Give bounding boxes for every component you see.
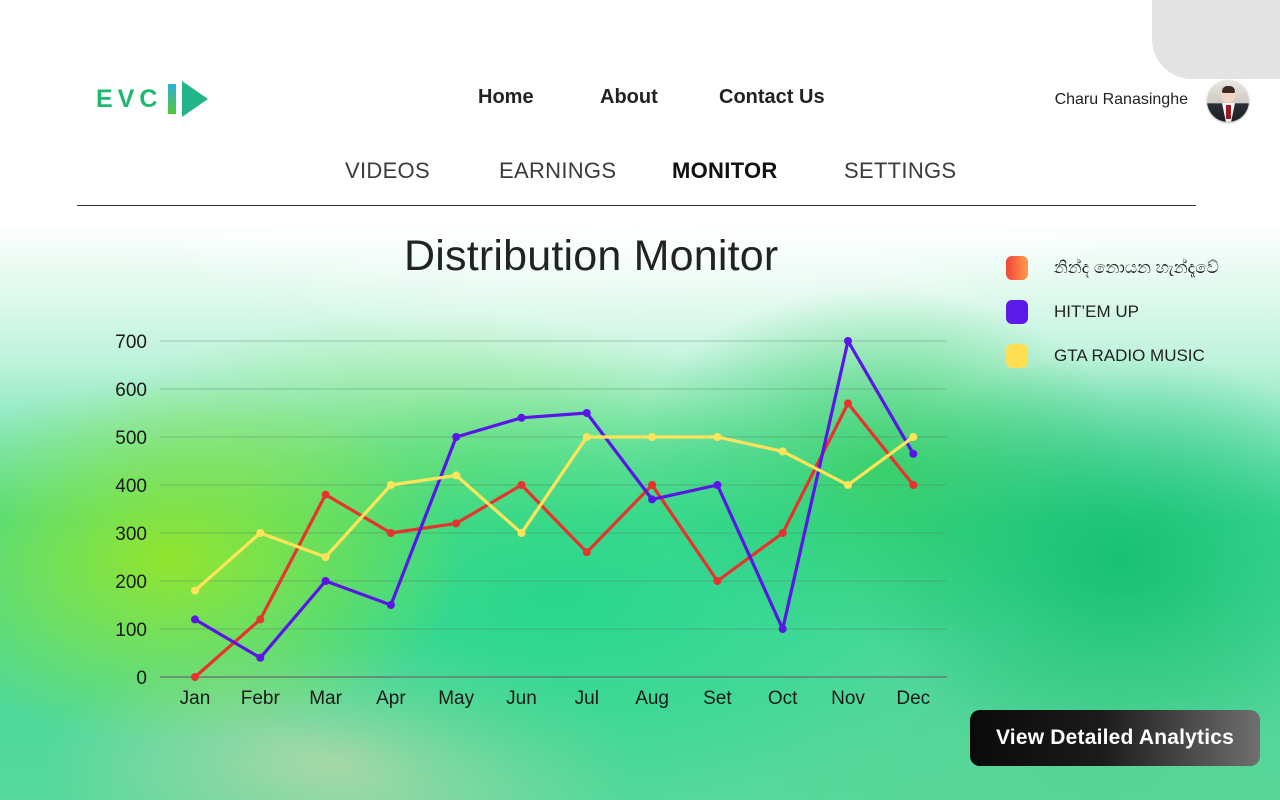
x-tick-label: Febr xyxy=(241,688,281,709)
brand-logo[interactable]: EVC xyxy=(96,80,209,118)
data-point xyxy=(517,529,526,537)
tab-earnings[interactable]: EARNINGS xyxy=(499,158,616,184)
data-point xyxy=(778,529,787,537)
x-tick-label: Apr xyxy=(376,688,406,709)
logo-text: EVC xyxy=(96,84,163,113)
legend-label: GTA RADIO MUSIC xyxy=(1054,346,1205,365)
legend-swatch xyxy=(1006,344,1028,368)
x-tick-label: Jun xyxy=(506,688,537,709)
legend-swatch xyxy=(1006,256,1028,280)
view-detailed-analytics-button[interactable]: View Detailed Analytics xyxy=(970,710,1260,766)
legend-item[interactable]: GTA RADIO MUSIC xyxy=(1006,334,1219,378)
data-point xyxy=(452,519,461,528)
data-point xyxy=(778,447,787,456)
x-tick-label: Jul xyxy=(575,688,599,709)
legend-item[interactable]: නින්ද නොයන හැන්දෑවේ xyxy=(1006,246,1219,290)
series-line xyxy=(193,401,915,679)
legend-label: නින්ද නොයන හැන්දෑවේ xyxy=(1054,258,1219,277)
tab-settings[interactable]: SETTINGS xyxy=(844,158,956,184)
data-point xyxy=(713,433,722,441)
data-point xyxy=(321,553,330,561)
nav-about[interactable]: About xyxy=(600,86,658,109)
data-point xyxy=(386,529,395,537)
legend-item[interactable]: HIT’EM UP xyxy=(1006,290,1219,334)
data-point xyxy=(256,529,265,537)
line-chart: 0 100 200 300 400 500 600 700 Jan Febr Mar Apr May Ju… xyxy=(90,320,960,724)
logo-bar-icon xyxy=(168,84,177,114)
avatar-hair xyxy=(1222,86,1235,93)
avatar[interactable] xyxy=(1207,80,1249,122)
chart-svg: 0 100 200 300 400 500 600 700 Jan Febr Mar Apr May Ju… xyxy=(115,332,947,709)
data-point xyxy=(256,615,265,624)
data-point xyxy=(909,449,918,458)
data-point xyxy=(191,586,199,595)
legend-label: HIT’EM UP xyxy=(1054,302,1139,321)
legend-swatch xyxy=(1006,300,1028,324)
data-point xyxy=(321,490,330,499)
logo-play-icon xyxy=(182,81,209,117)
data-point xyxy=(191,673,199,681)
data-point xyxy=(256,653,265,662)
y-tick-label: 100 xyxy=(115,620,147,641)
y-tick-label: 600 xyxy=(115,380,147,401)
x-tick-label: Set xyxy=(703,688,732,709)
data-point xyxy=(452,433,461,441)
corner-decoration xyxy=(1152,0,1280,79)
data-point xyxy=(909,433,918,441)
x-tick-label: Mar xyxy=(309,688,342,709)
data-point xyxy=(778,625,787,633)
data-point xyxy=(648,481,657,489)
avatar-tie xyxy=(1226,105,1231,119)
chart-legend: නින්ද නොයන හැන්දෑවේ HIT’EM UP GTA RADIO … xyxy=(1006,246,1219,378)
data-point xyxy=(517,481,526,489)
user-name[interactable]: Charu Ranasinghe xyxy=(1055,91,1188,109)
data-point xyxy=(713,577,722,585)
data-point xyxy=(582,433,591,441)
data-point xyxy=(844,399,852,408)
data-point xyxy=(191,615,199,624)
data-point xyxy=(648,495,657,504)
tabs-divider xyxy=(77,205,1196,206)
x-tick-label: Oct xyxy=(768,688,798,709)
data-point xyxy=(582,409,591,417)
y-tick-label: 500 xyxy=(115,428,147,449)
tab-videos[interactable]: VIDEOS xyxy=(345,158,430,184)
x-tick-label: Jan xyxy=(180,688,211,709)
x-tick-label: May xyxy=(438,688,474,709)
y-tick-label: 200 xyxy=(115,572,147,593)
data-point xyxy=(386,601,395,609)
data-point xyxy=(713,481,722,489)
y-tick-label: 300 xyxy=(115,524,147,545)
data-point xyxy=(648,433,657,441)
x-tick-label: Nov xyxy=(831,688,865,709)
data-point xyxy=(386,481,395,489)
nav-home[interactable]: Home xyxy=(478,86,534,109)
x-tick-label: Dec xyxy=(896,688,930,709)
nav-contact-us[interactable]: Contact Us xyxy=(719,86,825,109)
y-tick-label: 400 xyxy=(115,476,147,497)
tab-monitor[interactable]: MONITOR xyxy=(672,158,778,184)
y-tick-label: 0 xyxy=(136,668,147,689)
data-point xyxy=(582,548,591,557)
data-point xyxy=(517,413,526,422)
series-line xyxy=(193,435,915,593)
y-tick-label: 700 xyxy=(115,332,147,353)
data-point xyxy=(844,337,852,345)
page-title: Distribution Monitor xyxy=(404,232,779,280)
x-tick-label: Aug xyxy=(635,688,669,709)
data-point xyxy=(909,481,918,489)
data-point xyxy=(844,481,852,489)
data-point xyxy=(452,471,461,480)
data-point xyxy=(321,577,330,585)
